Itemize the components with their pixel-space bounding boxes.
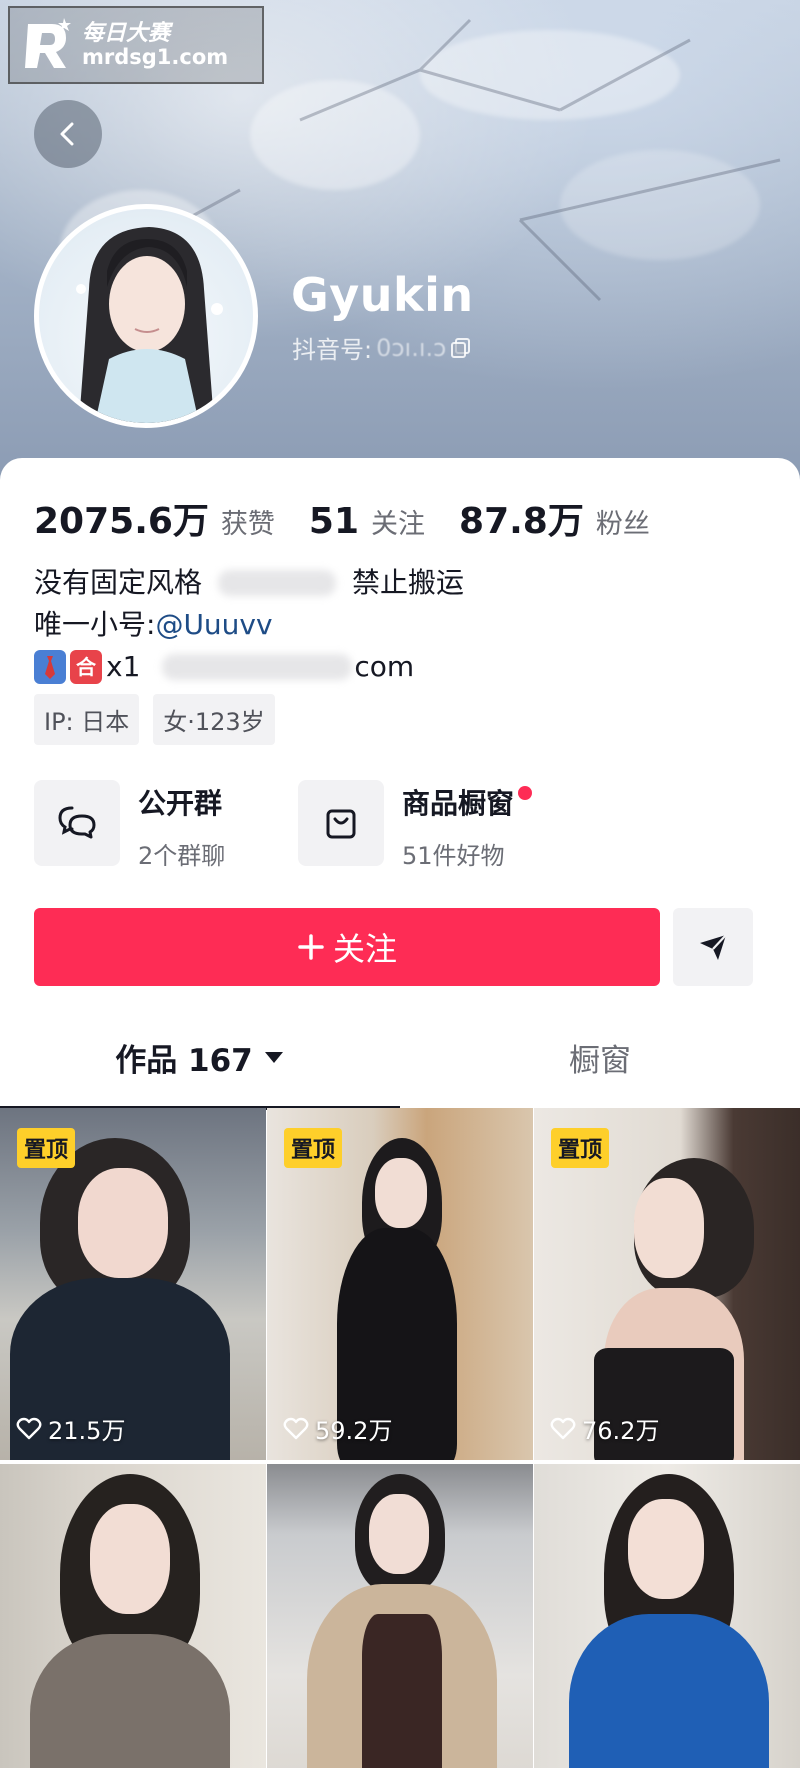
- entry-subtitle: 2个群聊: [138, 842, 226, 870]
- stat-label: 粉丝: [595, 509, 650, 540]
- shop-window-entry[interactable]: 商品橱窗 51件好物: [298, 780, 562, 871]
- avatar-illustration: [76, 227, 223, 423]
- bio-text: 唯一小号:: [34, 608, 156, 641]
- pinned-badge: 置顶: [17, 1128, 76, 1168]
- video-likes: 59.2万: [283, 1411, 392, 1446]
- watermark: 每日大赛 mrdsg1.com: [8, 6, 264, 84]
- profile-tags: IP: 日本 女·123岁: [34, 694, 275, 745]
- stat-followers[interactable]: 87.8万 粉丝: [459, 492, 650, 544]
- video-thumbnail[interactable]: [534, 1464, 800, 1768]
- follow-button[interactable]: 关注: [34, 908, 660, 986]
- watermark-title: 每日大赛: [82, 21, 171, 47]
- heart-icon: [283, 1417, 309, 1439]
- video-thumbnail[interactable]: [0, 1464, 266, 1768]
- stat-likes[interactable]: 2075.6万 获赞: [34, 492, 275, 544]
- stat-number: 87.8万: [459, 501, 584, 542]
- douyin-id[interactable]: 抖音号: 0ɔı.ı.ɔ: [292, 330, 472, 365]
- video-likes: 76.2万: [550, 1411, 659, 1446]
- tab-shop[interactable]: 橱窗: [400, 1006, 800, 1108]
- tab-works-label: 作品 167: [115, 1042, 253, 1079]
- chat-bubbles-icon: [34, 780, 120, 866]
- douyin-id-label: 抖音号:: [292, 336, 373, 364]
- share-button[interactable]: [673, 908, 753, 986]
- profile-tabs: 作品 167 橱窗: [0, 1006, 800, 1112]
- pinned-badge: 置顶: [551, 1128, 610, 1168]
- bio-text: 禁止搬运: [352, 566, 465, 599]
- profile-bio: 没有固定风格 禁止搬运 唯一小号: @Uuuvv 合 x1 com: [34, 562, 464, 688]
- follow-button-label: 关注: [332, 930, 397, 968]
- video-grid: 置顶 21.5万 置顶 59.2万 置顶 76.2万: [0, 1108, 800, 1768]
- like-count: 21.5万: [48, 1417, 126, 1445]
- video-likes: 21.5万: [16, 1411, 125, 1446]
- stat-number: 51: [308, 501, 360, 542]
- necktie-emoji-icon: [34, 650, 66, 684]
- tab-shop-label: 橱窗: [569, 1042, 631, 1079]
- like-count: 76.2万: [582, 1417, 660, 1445]
- avatar[interactable]: [34, 204, 258, 428]
- stat-number: 2075.6万: [34, 501, 209, 542]
- secondary-account-link[interactable]: @Uuuvv: [155, 604, 272, 646]
- douyin-id-value: 0ɔı.ı.ɔ: [376, 333, 447, 362]
- bio-redacted: [162, 654, 353, 680]
- bio-text: com: [354, 650, 415, 683]
- send-icon: [700, 934, 727, 960]
- public-group-entry[interactable]: 公开群 2个群聊: [34, 780, 298, 871]
- back-button[interactable]: [34, 100, 102, 168]
- entry-subtitle: 51件好物: [402, 842, 505, 870]
- profile-entries: 公开群 2个群聊 商品橱窗 51件好物: [34, 780, 562, 871]
- notification-dot: [518, 786, 533, 800]
- caret-down-icon: [264, 1052, 283, 1063]
- profile-stats: 2075.6万 获赞 51 关注 87.8万 粉丝: [34, 492, 684, 544]
- profile-nickname: Gyukin: [291, 268, 474, 322]
- bio-text: 没有固定风格: [34, 566, 203, 599]
- bio-text: x1: [106, 650, 141, 683]
- heart-icon: [16, 1417, 42, 1439]
- gender-age-tag: 女·123岁: [153, 694, 275, 745]
- profile-banner: 每日大赛 mrdsg1.com Gyukin 抖音号: 0ɔı.ı.ɔ: [0, 0, 800, 480]
- watermark-logo-icon: [25, 18, 71, 68]
- video-thumbnail[interactable]: [267, 1464, 533, 1768]
- watermark-url: mrdsg1.com: [82, 44, 229, 69]
- tab-works[interactable]: 作品 167: [0, 1006, 400, 1108]
- entry-title: 公开群: [138, 787, 223, 820]
- heart-icon: [550, 1417, 576, 1439]
- video-thumbnail[interactable]: 置顶 59.2万: [267, 1108, 533, 1460]
- copy-icon[interactable]: [450, 337, 472, 359]
- like-count: 59.2万: [315, 1417, 393, 1445]
- bio-redacted: [218, 570, 337, 596]
- shopping-bag-icon: [298, 780, 384, 866]
- collab-badge-icon: 合: [70, 650, 102, 684]
- pinned-badge: 置顶: [284, 1128, 343, 1168]
- plus-icon: [298, 934, 324, 960]
- stat-label: 获赞: [220, 509, 275, 540]
- entry-title: 商品橱窗: [402, 787, 515, 820]
- stat-label: 关注: [371, 509, 426, 540]
- video-thumbnail[interactable]: 置顶 76.2万: [534, 1108, 800, 1460]
- chevron-left-icon: [60, 122, 74, 146]
- ip-location-tag: IP: 日本: [34, 694, 140, 745]
- video-thumbnail[interactable]: 置顶 21.5万: [0, 1108, 266, 1460]
- stat-following[interactable]: 51 关注: [309, 501, 425, 542]
